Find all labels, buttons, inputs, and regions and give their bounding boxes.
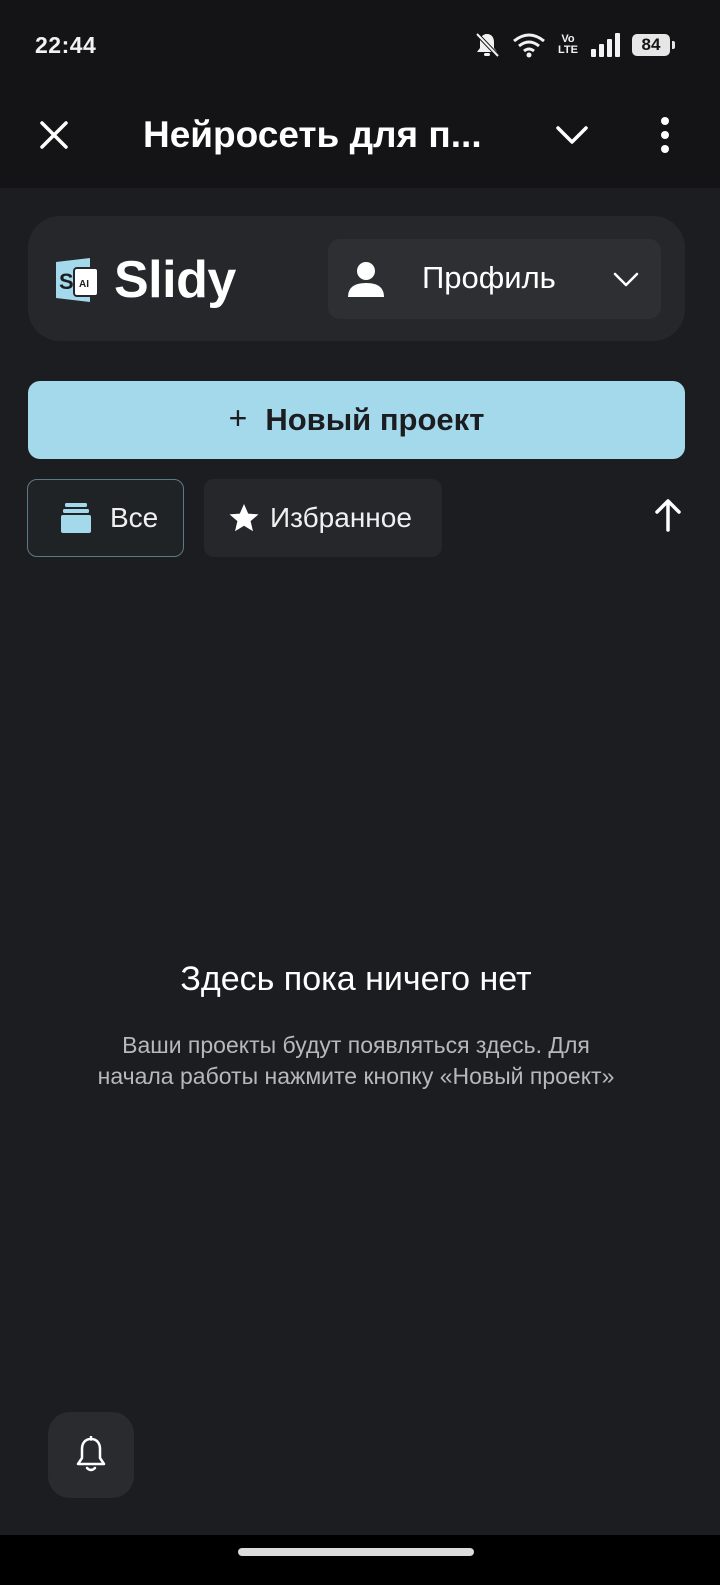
notifications-button[interactable] [48, 1412, 134, 1498]
profile-label: Профиль [422, 260, 556, 295]
chevron-down-icon [613, 272, 639, 287]
signal-icon [591, 33, 620, 57]
bell-muted-icon [475, 32, 500, 58]
close-icon[interactable] [36, 117, 72, 153]
profile-dropdown[interactable]: Профиль [328, 239, 661, 319]
filter-favorites-label: Избранное [270, 502, 412, 533]
bell-icon [76, 1436, 106, 1472]
wifi-icon [513, 33, 545, 58]
status-bar: 22:44 Vo LTE 84 [0, 0, 720, 90]
stack-icon [61, 503, 91, 533]
status-icons: Vo LTE 84 [474, 28, 675, 62]
filter-all-label: Все [110, 502, 159, 533]
logo-text: Slidy [114, 251, 236, 309]
new-project-label: Новый проект [265, 402, 485, 437]
plus-icon: + [228, 399, 248, 436]
empty-state-title: Здесь пока ничего нет [180, 960, 532, 998]
slidy-logo-icon: S AI [56, 258, 99, 302]
svg-text:AI: AI [79, 279, 89, 290]
app-top-bar: Нейросеть для п... [0, 90, 720, 188]
svg-text:S: S [59, 269, 74, 294]
volte-icon: Vo LTE [558, 33, 578, 56]
person-icon [348, 262, 384, 297]
filter-favorites-button[interactable]: Избранное [204, 479, 442, 557]
sort-arrow-up-icon[interactable] [652, 498, 684, 534]
status-time: 22:44 [35, 32, 97, 58]
battery-icon: 84 [632, 34, 675, 56]
new-project-button[interactable]: + Новый проект [28, 381, 685, 459]
system-nav-bar [0, 1535, 720, 1585]
slidy-logo[interactable]: S AI Slidy [50, 250, 236, 310]
filter-all-button[interactable]: Все [27, 479, 184, 557]
star-icon [229, 504, 259, 532]
header-card: S AI Slidy Профиль [28, 216, 685, 341]
empty-state-description: Ваши проекты будут появляться здесь. Для… [97, 1032, 615, 1089]
page-title: Нейросеть для п... [143, 114, 482, 155]
chevron-down-icon[interactable] [555, 120, 589, 150]
more-vert-icon[interactable] [655, 115, 675, 155]
home-gesture-handle[interactable] [238, 1548, 474, 1556]
